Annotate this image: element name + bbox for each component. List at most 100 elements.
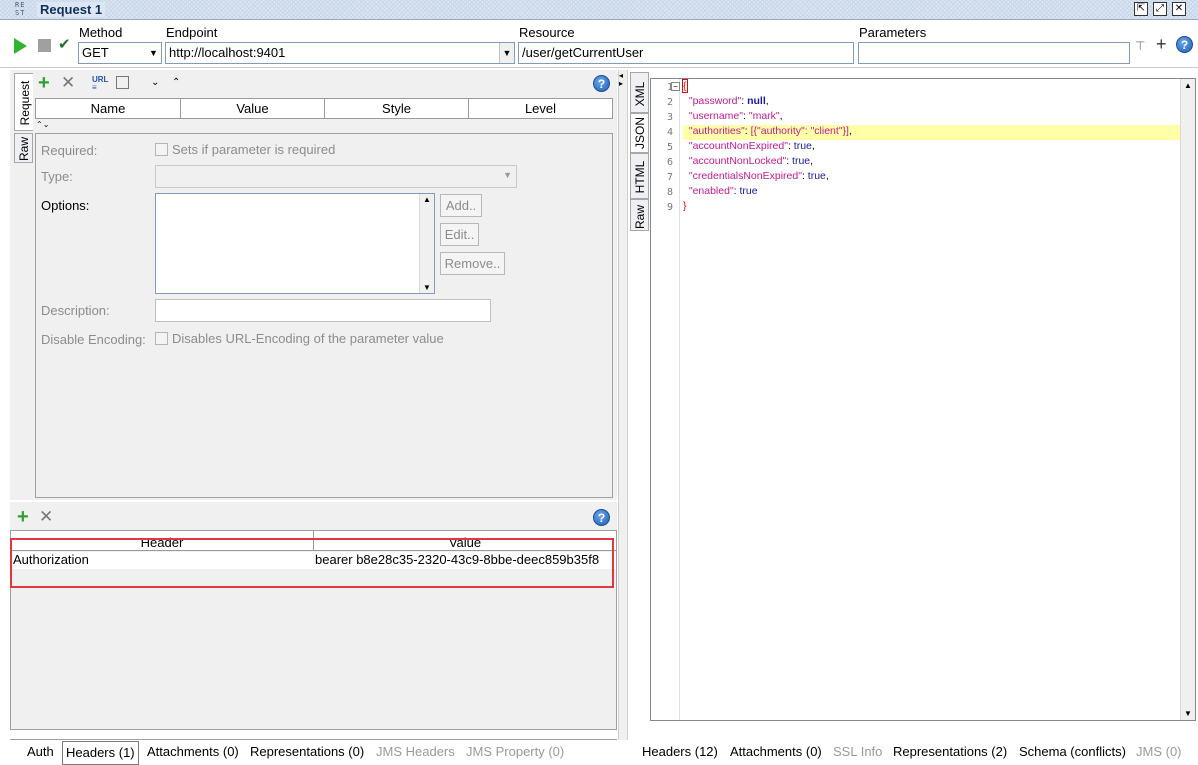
tab-jms[interactable]: JMS (0) (1136, 740, 1182, 764)
tab-auth[interactable]: Auth (27, 740, 54, 764)
line-number-gutter: 1 − 2 3 4 5 6 7 8 9 (651, 79, 680, 720)
required-label: Required: (41, 143, 98, 158)
json-scrollbar[interactable]: ▲ ▼ (1180, 79, 1195, 720)
clear-params-icon[interactable]: ⊤ (1135, 39, 1145, 53)
line-number: 7 (666, 172, 673, 183)
parameters-input[interactable] (858, 42, 1130, 64)
chevron-down-icon: ▼ (146, 43, 161, 63)
window-title: Request 1 (37, 2, 106, 17)
json-line: "credentialsNonExpired": true, (688, 170, 829, 182)
collapse-arrows-icon[interactable]: ◂ ▸ (619, 72, 623, 88)
tab-raw-response-label: Raw (633, 205, 647, 230)
json-value: "mark" (748, 110, 780, 122)
scroll-up-icon[interactable]: ▲ (423, 195, 431, 204)
tab-raw-label: Raw (17, 137, 31, 162)
json-value: true (739, 185, 758, 197)
tab-representations[interactable]: Representations (0) (250, 740, 364, 764)
options-label: Options: (41, 198, 90, 213)
tab-request[interactable]: Request (14, 73, 33, 131)
json-line: "username": "mark", (688, 110, 783, 122)
detach-icon[interactable]: ⇱ (1134, 2, 1148, 16)
json-key: "authorities" (688, 125, 745, 137)
json-line: "password": null, (688, 95, 769, 107)
clone-icon[interactable] (116, 76, 129, 89)
json-value: [{"authority": "client"}] (750, 125, 849, 137)
tab-raw-response[interactable]: Raw (630, 199, 649, 231)
json-line: "accountNonLocked": true, (688, 155, 814, 167)
stop-icon[interactable] (38, 39, 51, 52)
tab-raw[interactable]: Raw (14, 133, 33, 163)
description-input[interactable] (155, 299, 491, 322)
line-number: 1 (666, 82, 673, 93)
tab-xml-label: XML (633, 81, 647, 107)
tab-html-label: HTML (633, 160, 647, 194)
line-number: 6 (666, 157, 673, 168)
add-icon[interactable]: + (1156, 34, 1167, 55)
scroll-down-icon[interactable]: ▼ (423, 283, 431, 292)
tab-ssl-info[interactable]: SSL Info (833, 740, 882, 764)
fold-icon[interactable]: − (671, 82, 680, 91)
type-select[interactable]: ▼ (155, 165, 517, 188)
edit-option-button[interactable]: Edit.. (440, 223, 479, 246)
json-open-brace: { (682, 79, 688, 93)
tab-jms-headers[interactable]: JMS Headers (376, 740, 455, 764)
add-param-icon[interactable]: + (38, 73, 50, 93)
tab-response-attachments[interactable]: Attachments (0) (730, 740, 822, 764)
panel-splitter[interactable] (618, 70, 628, 740)
move-up-icon[interactable]: ⌃ (172, 77, 180, 88)
rest-logo-icon: RE ST (15, 1, 26, 17)
tab-html[interactable]: HTML (630, 153, 649, 199)
resource-input[interactable]: /user/getCurrentUser (518, 42, 854, 64)
move-down-icon[interactable]: ⌄ (151, 77, 159, 88)
close-icon[interactable]: ✕ (1172, 2, 1186, 16)
resource-label: Resource (519, 25, 575, 40)
add-header-icon[interactable]: + (17, 507, 29, 527)
disable-encoding-check-label: Disables URL-Encoding of the parameter v… (172, 331, 444, 346)
remove-param-icon[interactable]: ✕ (61, 74, 75, 92)
json-value: true (793, 140, 812, 152)
endpoint-combobox[interactable]: http://localhost:9401 ▼ (165, 42, 515, 64)
method-select[interactable]: GET ▼ (78, 42, 162, 64)
scroll-down-icon[interactable]: ▼ (1184, 709, 1192, 718)
json-key: "enabled" (688, 185, 734, 197)
tab-attachments[interactable]: Attachments (0) (147, 740, 239, 764)
url-params-icon[interactable]: URL ≡ (92, 76, 108, 92)
validate-icon[interactable]: ✔ (58, 35, 71, 53)
disable-encoding-checkbox[interactable] (155, 332, 168, 345)
remove-option-button[interactable]: Remove.. (440, 252, 505, 275)
params-table-header: Name Value Style Level (35, 98, 613, 119)
required-checkbox[interactable] (155, 143, 168, 156)
column-level[interactable]: Level (469, 99, 612, 118)
help-icon[interactable]: ? (593, 75, 610, 92)
column-value[interactable]: Value (181, 99, 325, 118)
json-value: true (807, 170, 826, 182)
disable-encoding-label: Disable Encoding: (41, 332, 146, 347)
help-icon[interactable]: ? (1176, 36, 1193, 53)
splitter-arrows-icon[interactable]: ⌃⌄ (36, 121, 49, 129)
tab-response-representations[interactable]: Representations (2) (893, 740, 1007, 764)
chevron-down-icon[interactable]: ▼ (499, 43, 514, 63)
column-style[interactable]: Style (325, 99, 469, 118)
json-line: "enabled": true (688, 185, 758, 197)
scroll-up-icon[interactable]: ▲ (1184, 81, 1192, 90)
json-close-brace: } (683, 200, 687, 212)
remove-header-icon[interactable]: ✕ (39, 508, 53, 526)
options-list[interactable] (155, 193, 435, 294)
tab-response-headers[interactable]: Headers (12) (642, 740, 718, 764)
tab-jms-property[interactable]: JMS Property (0) (466, 740, 564, 764)
options-scrollbar[interactable]: ▲ ▼ (419, 194, 434, 293)
parameters-label: Parameters (859, 25, 927, 40)
add-option-button[interactable]: Add.. (440, 194, 482, 217)
method-value: GET (82, 45, 109, 60)
tab-json[interactable]: JSON (630, 113, 649, 153)
maximize-icon[interactable]: ⤢ (1153, 2, 1167, 16)
endpoint-label: Endpoint (166, 25, 218, 40)
tab-headers[interactable]: Headers (1) (62, 741, 139, 765)
json-line: } (683, 200, 687, 212)
tab-xml[interactable]: XML (630, 72, 649, 113)
run-icon[interactable] (14, 38, 27, 54)
method-label: Method (79, 25, 123, 40)
help-icon[interactable]: ? (593, 509, 610, 526)
column-name[interactable]: Name (36, 99, 181, 118)
tab-schema[interactable]: Schema (conflicts) (1019, 740, 1126, 764)
